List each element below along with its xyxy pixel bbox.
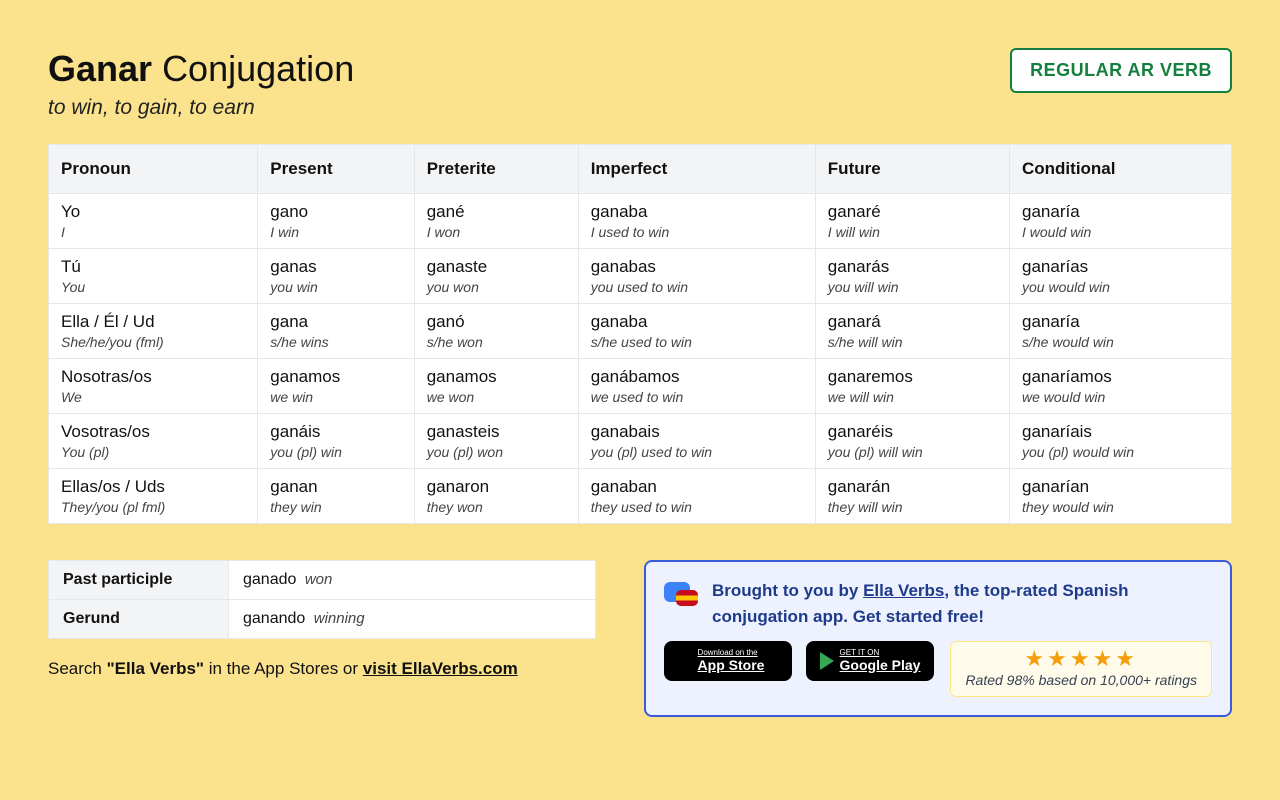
- pronoun-cell: Vosotras/osYou (pl): [49, 414, 258, 469]
- conjugation-cell: ganaríaI would win: [1010, 194, 1232, 249]
- gerund-label: Gerund: [49, 600, 229, 639]
- column-header: Preterite: [414, 145, 578, 194]
- column-header: Present: [258, 145, 414, 194]
- pronoun-cell: Nosotras/osWe: [49, 359, 258, 414]
- conjugation-cell: ganabaI used to win: [578, 194, 815, 249]
- pronoun-cell: TúYou: [49, 249, 258, 304]
- table-row: TúYouganasyou winganasteyou wonganabasyo…: [49, 249, 1232, 304]
- pronoun-cell: Ellas/os / UdsThey/you (pl fml): [49, 469, 258, 524]
- promo-text: Brought to you by Ella Verbs, the top-ra…: [712, 578, 1212, 629]
- column-header: Conditional: [1010, 145, 1232, 194]
- table-row: Nosotras/osWeganamoswe winganamoswe wong…: [49, 359, 1232, 414]
- table-row: Vosotras/osYou (pl)ganáisyou (pl) wingan…: [49, 414, 1232, 469]
- conjugation-cell: ganarías/he would win: [1010, 304, 1232, 359]
- promo-box: Brought to you by Ella Verbs, the top-ra…: [644, 560, 1232, 717]
- pronoun-cell: YoI: [49, 194, 258, 249]
- app-icon: [664, 578, 700, 614]
- google-play-icon: [820, 652, 834, 670]
- ella-verbs-link[interactable]: Ella Verbs: [863, 581, 944, 600]
- conjugation-cell: ganéI won: [414, 194, 578, 249]
- verb-type-badge: REGULAR AR VERB: [1010, 48, 1232, 93]
- conjugation-cell: ganábamoswe used to win: [578, 359, 815, 414]
- conjugation-cell: ganaríasyou would win: [1010, 249, 1232, 304]
- title-suffix: Conjugation: [162, 48, 354, 89]
- rating-box: ★★★★★ Rated 98% based on 10,000+ ratings: [950, 641, 1212, 697]
- conjugation-cell: ganabanthey used to win: [578, 469, 815, 524]
- conjugation-cell: ganabas/he used to win: [578, 304, 815, 359]
- conjugation-cell: ganaremoswe will win: [815, 359, 1009, 414]
- conjugation-cell: ganaréisyou (pl) will win: [815, 414, 1009, 469]
- conjugation-table: PronounPresentPreteriteImperfectFutureCo…: [48, 144, 1232, 524]
- conjugation-cell: ganarás/he will win: [815, 304, 1009, 359]
- pronoun-cell: Ella / Él / UdShe/he/you (fml): [49, 304, 258, 359]
- rating-text: Rated 98% based on 10,000+ ratings: [965, 672, 1197, 688]
- column-header: Pronoun: [49, 145, 258, 194]
- conjugation-cell: ganaronthey won: [414, 469, 578, 524]
- conjugation-cell: ganasyou win: [258, 249, 414, 304]
- gerund-value: ganando winning: [229, 600, 596, 639]
- conjugation-cell: ganasteisyou (pl) won: [414, 414, 578, 469]
- column-header: Imperfect: [578, 145, 815, 194]
- table-row: Ellas/os / UdsThey/you (pl fml)gananthey…: [49, 469, 1232, 524]
- conjugation-cell: ganaránthey will win: [815, 469, 1009, 524]
- conjugation-cell: ganamoswe won: [414, 359, 578, 414]
- conjugation-cell: ganabaisyou (pl) used to win: [578, 414, 815, 469]
- conjugation-cell: ganós/he won: [414, 304, 578, 359]
- app-store-badge[interactable]: Download on the App Store: [664, 641, 792, 681]
- past-participle-label: Past participle: [49, 561, 229, 600]
- verb-translation: to win, to gain, to earn: [48, 96, 354, 120]
- conjugation-cell: ganarásyou will win: [815, 249, 1009, 304]
- conjugation-cell: ganaríanthey would win: [1010, 469, 1232, 524]
- table-row: YoIganoI winganéI wonganabaI used to win…: [49, 194, 1232, 249]
- search-hint: Search "Ella Verbs" in the App Stores or…: [48, 659, 596, 679]
- conjugation-cell: ganasteyou won: [414, 249, 578, 304]
- conjugation-cell: gananthey win: [258, 469, 414, 524]
- column-header: Future: [815, 145, 1009, 194]
- page-title: Ganar Conjugation: [48, 48, 354, 90]
- star-icons: ★★★★★: [965, 648, 1197, 670]
- participle-table: Past participle ganado won Gerund ganand…: [48, 560, 596, 639]
- conjugation-cell: ganaríamoswe would win: [1010, 359, 1232, 414]
- google-play-badge[interactable]: GET IT ON Google Play: [806, 641, 934, 681]
- table-row: Ella / Él / UdShe/he/you (fml)ganas/he w…: [49, 304, 1232, 359]
- conjugation-cell: ganáisyou (pl) win: [258, 414, 414, 469]
- conjugation-cell: ganamoswe win: [258, 359, 414, 414]
- conjugation-cell: ganabasyou used to win: [578, 249, 815, 304]
- past-participle-value: ganado won: [229, 561, 596, 600]
- verb-name: Ganar: [48, 48, 152, 89]
- conjugation-cell: ganoI win: [258, 194, 414, 249]
- conjugation-cell: ganas/he wins: [258, 304, 414, 359]
- conjugation-cell: ganaréI will win: [815, 194, 1009, 249]
- visit-ellaverbs-link[interactable]: visit EllaVerbs.com: [363, 659, 518, 678]
- conjugation-cell: ganaríaisyou (pl) would win: [1010, 414, 1232, 469]
